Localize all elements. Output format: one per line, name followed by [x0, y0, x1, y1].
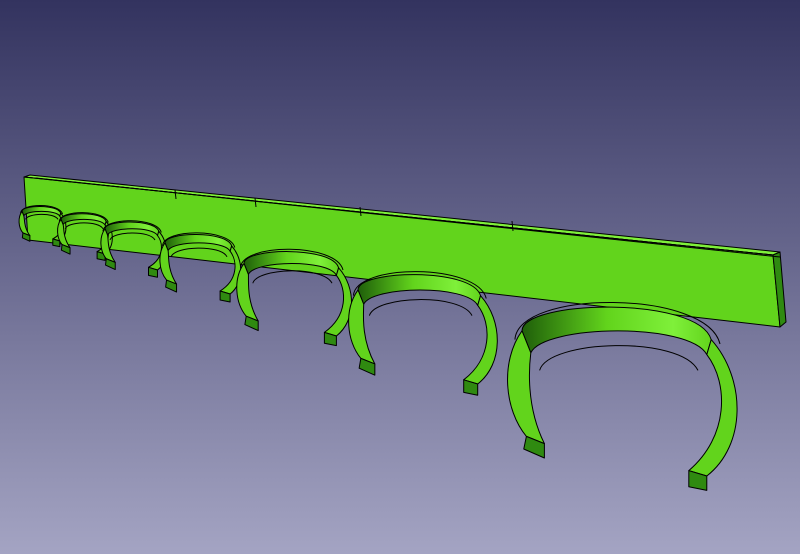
model-render[interactable] [0, 0, 800, 554]
3d-viewport[interactable] [0, 0, 800, 554]
